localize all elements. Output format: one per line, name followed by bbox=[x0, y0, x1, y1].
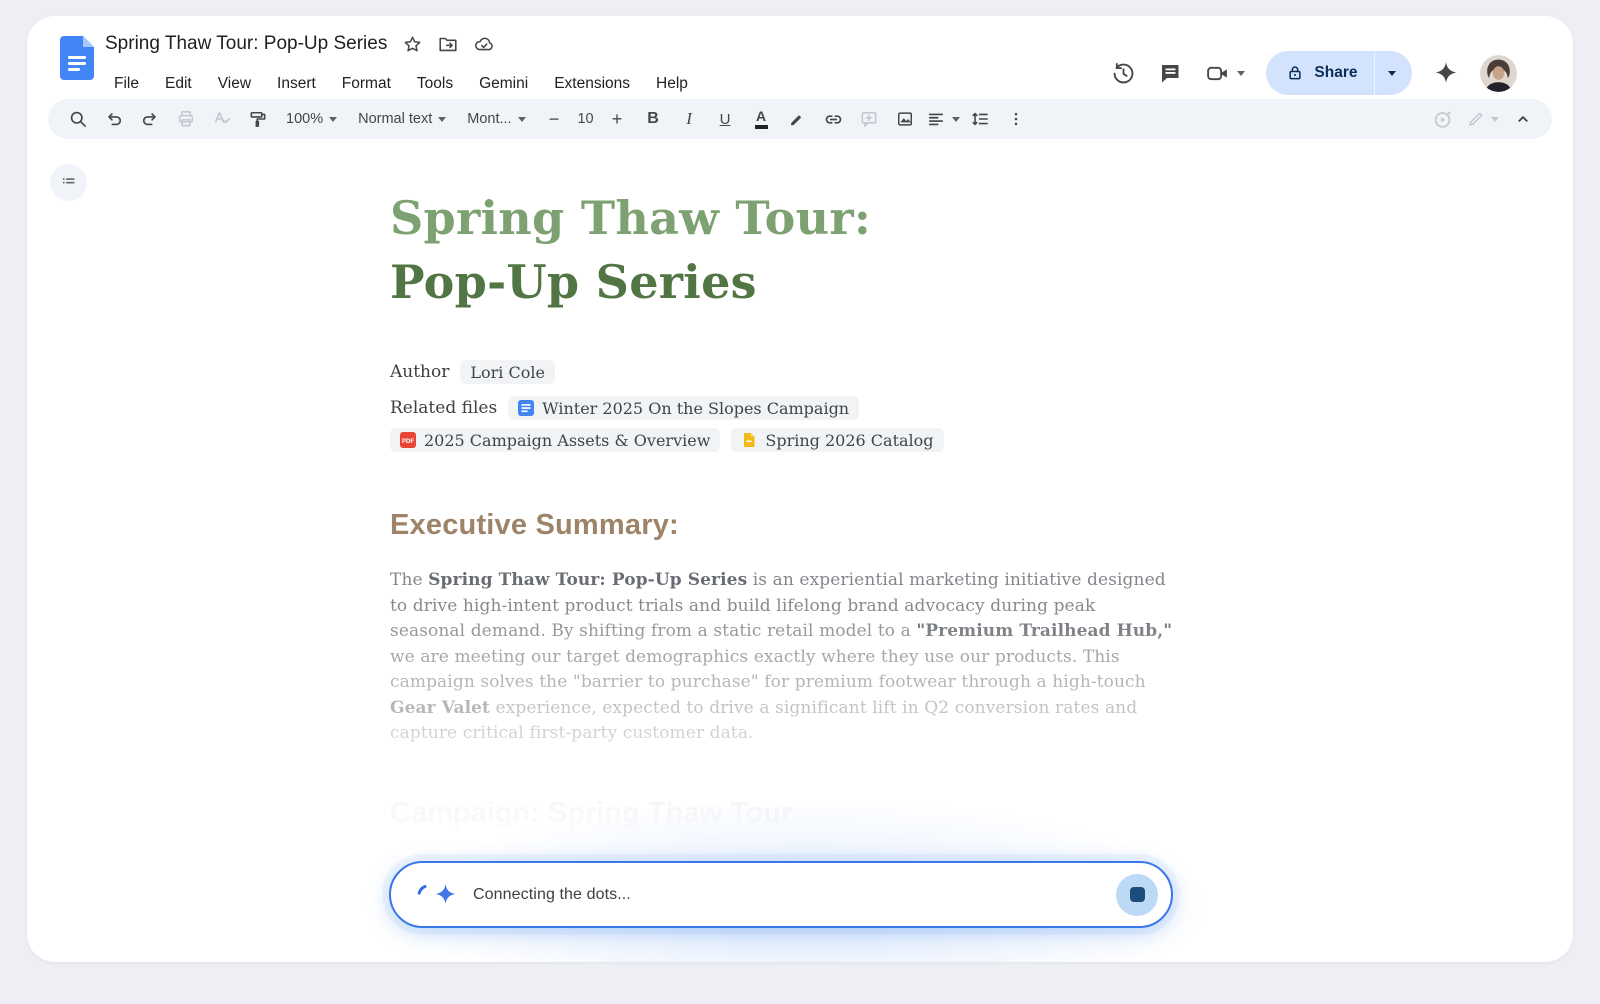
menu-insert[interactable]: Insert bbox=[266, 72, 327, 96]
document-heading: Spring Thaw Tour: Pop-Up Series bbox=[390, 186, 1200, 314]
show-outline-button[interactable] bbox=[50, 164, 87, 201]
document-title[interactable]: Spring Thaw Tour: Pop-Up Series bbox=[105, 33, 387, 55]
video-options-caret-icon[interactable] bbox=[1237, 71, 1245, 76]
document-heading-line1: Spring Thaw Tour: bbox=[390, 186, 1200, 250]
related-files-label: Related files bbox=[390, 398, 497, 418]
share-options-caret-icon[interactable] bbox=[1375, 51, 1412, 95]
exec-summary-heading: Executive Summary: bbox=[390, 509, 1200, 542]
svg-text:PDF: PDF bbox=[402, 439, 414, 445]
gemini-status-bar: Connecting the dots... bbox=[389, 861, 1173, 928]
outline-list-icon bbox=[59, 173, 78, 192]
campaign-heading-faded: Campaign: Spring Thaw Tour bbox=[390, 797, 1200, 830]
related-files-row: Related files Winter 2025 On the Slopes … bbox=[390, 396, 1180, 452]
related-file-chip[interactable]: Winter 2025 On the Slopes Campaign bbox=[508, 396, 859, 420]
share-main-segment[interactable]: Share bbox=[1266, 51, 1373, 95]
stop-generating-button[interactable] bbox=[1116, 874, 1158, 916]
catch-me-up-icon[interactable] bbox=[1427, 104, 1458, 134]
gemini-loading-indicator bbox=[416, 882, 458, 907]
share-label: Share bbox=[1314, 64, 1357, 82]
spinner-arc-icon bbox=[416, 884, 428, 906]
menu-view[interactable]: View bbox=[207, 72, 262, 96]
lock-icon bbox=[1286, 64, 1304, 82]
document-heading-line2: Pop-Up Series bbox=[390, 250, 1200, 314]
google-docs-logo[interactable] bbox=[60, 36, 94, 80]
author-name: Lori Cole bbox=[470, 363, 545, 382]
related-file-chip[interactable]: PDF 2025 Campaign Assets & Overview bbox=[390, 428, 720, 452]
search-menus-icon[interactable] bbox=[62, 104, 93, 134]
paint-format-icon[interactable] bbox=[242, 104, 273, 134]
pdf-icon: PDF bbox=[400, 432, 416, 448]
gemini-spark-blue-icon bbox=[433, 882, 458, 907]
menu-file[interactable]: File bbox=[103, 72, 150, 96]
menu-edit[interactable]: Edit bbox=[154, 72, 203, 96]
video-camera-icon[interactable] bbox=[1204, 60, 1230, 86]
gemini-spark-icon[interactable] bbox=[1433, 60, 1459, 86]
file-icon bbox=[741, 432, 757, 448]
gemini-status-text: Connecting the dots... bbox=[473, 886, 631, 904]
hide-menus-icon[interactable] bbox=[1507, 104, 1538, 134]
account-avatar[interactable] bbox=[1480, 55, 1517, 92]
docs-window: Spring Thaw Tour: Pop-Up Series File Edi… bbox=[27, 16, 1573, 962]
share-button[interactable]: Share bbox=[1266, 51, 1412, 95]
document-canvas[interactable]: Spring Thaw Tour: Pop-Up Series Author L… bbox=[390, 16, 1200, 873]
undo-icon[interactable] bbox=[98, 104, 129, 134]
author-chip[interactable]: Lori Cole bbox=[460, 360, 555, 384]
spellcheck-icon[interactable] bbox=[206, 104, 237, 134]
exec-summary-paragraph: The Spring Thaw Tour: Pop-Up Series is a… bbox=[390, 568, 1174, 747]
related-file-chip[interactable]: Spring 2026 Catalog bbox=[731, 428, 943, 452]
redo-icon[interactable] bbox=[134, 104, 165, 134]
editing-mode-select[interactable] bbox=[1466, 104, 1499, 134]
join-call-control[interactable] bbox=[1204, 60, 1245, 86]
stop-icon bbox=[1130, 887, 1145, 902]
print-icon[interactable] bbox=[170, 104, 201, 134]
google-doc-icon bbox=[518, 400, 534, 416]
author-label: Author bbox=[390, 362, 449, 382]
zoom-select[interactable]: 100% bbox=[278, 104, 345, 134]
author-row: Author Lori Cole bbox=[390, 360, 1200, 384]
